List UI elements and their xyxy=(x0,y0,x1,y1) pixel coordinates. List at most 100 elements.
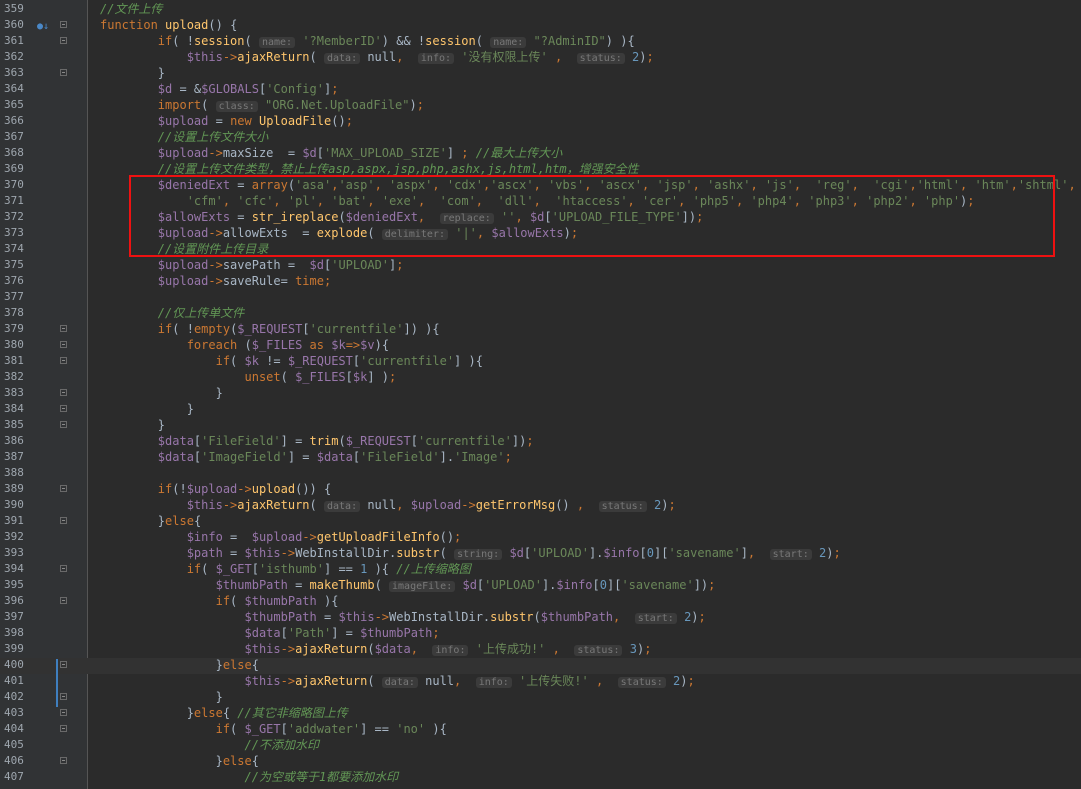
code-line[interactable]: 399 $this->ajaxReturn($data, info: '上传成功… xyxy=(0,641,1081,657)
line-number: 401 xyxy=(4,674,24,687)
fold-icon[interactable] xyxy=(60,421,67,428)
code-text: } xyxy=(100,386,223,400)
code-line[interactable]: 363 } xyxy=(0,65,1081,81)
code-line[interactable]: 401 $this->ajaxReturn( data: null, info:… xyxy=(0,673,1081,689)
code-text: unset( $_FILES[$k] ); xyxy=(244,370,397,384)
line-number: 388 xyxy=(4,466,24,479)
code-line[interactable]: 384 } xyxy=(0,401,1081,417)
code-line[interactable]: 404 if( $_GET['addwater'] == 'no' ){ xyxy=(0,721,1081,737)
code-line[interactable]: 385 } xyxy=(0,417,1081,433)
code-line[interactable]: 375 $upload->savePath = $d['UPLOAD']; xyxy=(0,257,1081,273)
line-number: 373 xyxy=(4,226,24,239)
code-text: if(!$upload->upload()) { xyxy=(157,482,332,496)
line-number: 391 xyxy=(4,514,24,527)
code-line[interactable]: 402 } xyxy=(0,689,1081,705)
code-editor[interactable]: 359 //文件上传 360 ●↓ function upload() {361 if(… xyxy=(0,0,1081,789)
code-line[interactable]: 405 //不添加水印 xyxy=(0,737,1081,753)
fold-icon[interactable] xyxy=(60,21,67,28)
code-line[interactable]: 397 $thumbPath = $this->WebInstallDir.su… xyxy=(0,609,1081,625)
code-line[interactable]: 393 $path = $this->WebInstallDir.substr(… xyxy=(0,545,1081,561)
code-line[interactable]: 365 import( class: "ORG.Net.UploadFile")… xyxy=(0,97,1081,113)
code-line[interactable]: 362 $this->ajaxReturn( data: null, info:… xyxy=(0,49,1081,65)
code-line[interactable]: 377 xyxy=(0,289,1081,305)
line-number: 374 xyxy=(4,242,24,255)
code-line[interactable]: 391 }else{ xyxy=(0,513,1081,529)
code-line[interactable]: 388 xyxy=(0,465,1081,481)
code-line[interactable]: 387 $data['ImageField'] = $data['FileFie… xyxy=(0,449,1081,465)
fold-icon[interactable] xyxy=(60,37,67,44)
fold-icon[interactable] xyxy=(60,325,67,332)
code-line[interactable]: 398 $data['Path'] = $thumbPath; xyxy=(0,625,1081,641)
fold-icon[interactable] xyxy=(60,725,67,732)
line-number: 400 xyxy=(4,658,24,671)
code-text: $upload = new UploadFile(); xyxy=(157,114,353,128)
code-line[interactable]: 396 if( $thumbPath ){ xyxy=(0,593,1081,609)
code-line[interactable]: 367 //设置上传文件大小 xyxy=(0,129,1081,145)
code-line[interactable]: 400 }else{ xyxy=(0,657,1081,673)
line-number: 396 xyxy=(4,594,24,607)
fold-icon[interactable] xyxy=(60,485,67,492)
code-line[interactable]: 366 $upload = new UploadFile(); xyxy=(0,113,1081,129)
line-number: 387 xyxy=(4,450,24,463)
code-line[interactable]: 390 $this->ajaxReturn( data: null, $uplo… xyxy=(0,497,1081,513)
code-line[interactable]: 368 $upload->maxSize = $d['MAX_UPLOAD_SI… xyxy=(0,145,1081,161)
fold-icon[interactable] xyxy=(60,757,67,764)
code-line[interactable]: 360 ●↓ function upload() { xyxy=(0,17,1081,33)
code-text: if( $_GET['isthumb'] == 1 ){ //上传缩略图 xyxy=(186,562,471,576)
line-number: 361 xyxy=(4,34,24,47)
line-number: 363 xyxy=(4,66,24,79)
code-line[interactable]: 395 $thumbPath = makeThumb( imageFile: $… xyxy=(0,577,1081,593)
fold-icon[interactable] xyxy=(60,693,67,700)
code-line[interactable]: 383 } xyxy=(0,385,1081,401)
code-line[interactable]: 386 $data['FileField'] = trim($_REQUEST[… xyxy=(0,433,1081,449)
code-text: //为空或等于1都要添加水印 xyxy=(244,770,399,784)
code-text: //不添加水印 xyxy=(244,738,319,752)
code-line[interactable]: 407 //为空或等于1都要添加水印 xyxy=(0,769,1081,785)
fold-icon[interactable] xyxy=(60,661,67,668)
code-text: foreach ($_FILES as $k=>$v){ xyxy=(186,338,390,352)
code-text: } xyxy=(100,402,194,416)
code-line[interactable]: 380 foreach ($_FILES as $k=>$v){ xyxy=(0,337,1081,353)
code-line[interactable]: 389 if(!$upload->upload()) { xyxy=(0,481,1081,497)
code-line[interactable]: 382 unset( $_FILES[$k] ); xyxy=(0,369,1081,385)
line-number: 389 xyxy=(4,482,24,495)
line-number: 378 xyxy=(4,306,24,319)
code-line[interactable]: 364 $d = &$GLOBALS['Config']; xyxy=(0,81,1081,97)
fold-icon[interactable] xyxy=(60,405,67,412)
code-line[interactable]: 392 $info = $upload->getUploadFileInfo()… xyxy=(0,529,1081,545)
code-text: $upload->maxSize = $d['MAX_UPLOAD_SIZE']… xyxy=(157,146,563,160)
line-number: 402 xyxy=(4,690,24,703)
code-line[interactable]: 376 $upload->saveRule= time; xyxy=(0,273,1081,289)
code-text: $data['ImageField'] = $data['FileField']… xyxy=(157,450,512,464)
line-number: 372 xyxy=(4,210,24,223)
code-line[interactable]: 361 if( !session( name: '?MemberID') && … xyxy=(0,33,1081,49)
code-line[interactable]: 359 //文件上传 xyxy=(0,1,1081,17)
line-number: 376 xyxy=(4,274,24,287)
code-line[interactable]: 378 //仅上传单文件 xyxy=(0,305,1081,321)
code-text: }else{ xyxy=(100,754,259,768)
line-number: 383 xyxy=(4,386,24,399)
code-line[interactable]: 394 if( $_GET['isthumb'] == 1 ){ //上传缩略图 xyxy=(0,561,1081,577)
fold-icon[interactable] xyxy=(60,565,67,572)
code-line[interactable]: 381 if( $k != $_REQUEST['currentfile'] )… xyxy=(0,353,1081,369)
line-number: 365 xyxy=(4,98,24,111)
line-number: 384 xyxy=(4,402,24,415)
code-line[interactable]: 403 }else{ //其它非缩略图上传 xyxy=(0,705,1081,721)
fold-icon[interactable] xyxy=(60,597,67,604)
fold-icon[interactable] xyxy=(60,389,67,396)
fold-icon[interactable] xyxy=(60,341,67,348)
fold-icon[interactable] xyxy=(60,517,67,524)
line-number: 375 xyxy=(4,258,24,271)
line-number: 395 xyxy=(4,578,24,591)
line-number: 362 xyxy=(4,50,24,63)
fold-icon[interactable] xyxy=(60,357,67,364)
line-number: 380 xyxy=(4,338,24,351)
code-text: if( !empty($_REQUEST['currentfile']) ){ xyxy=(157,322,440,336)
code-line[interactable]: 379 if( !empty($_REQUEST['currentfile'])… xyxy=(0,321,1081,337)
fold-icon[interactable] xyxy=(60,69,67,76)
code-text: $data['FileField'] = trim($_REQUEST['cur… xyxy=(157,434,534,448)
line-number: 379 xyxy=(4,322,24,335)
code-line[interactable]: 406 }else{ xyxy=(0,753,1081,769)
fold-icon[interactable] xyxy=(60,709,67,716)
line-number: 403 xyxy=(4,706,24,719)
